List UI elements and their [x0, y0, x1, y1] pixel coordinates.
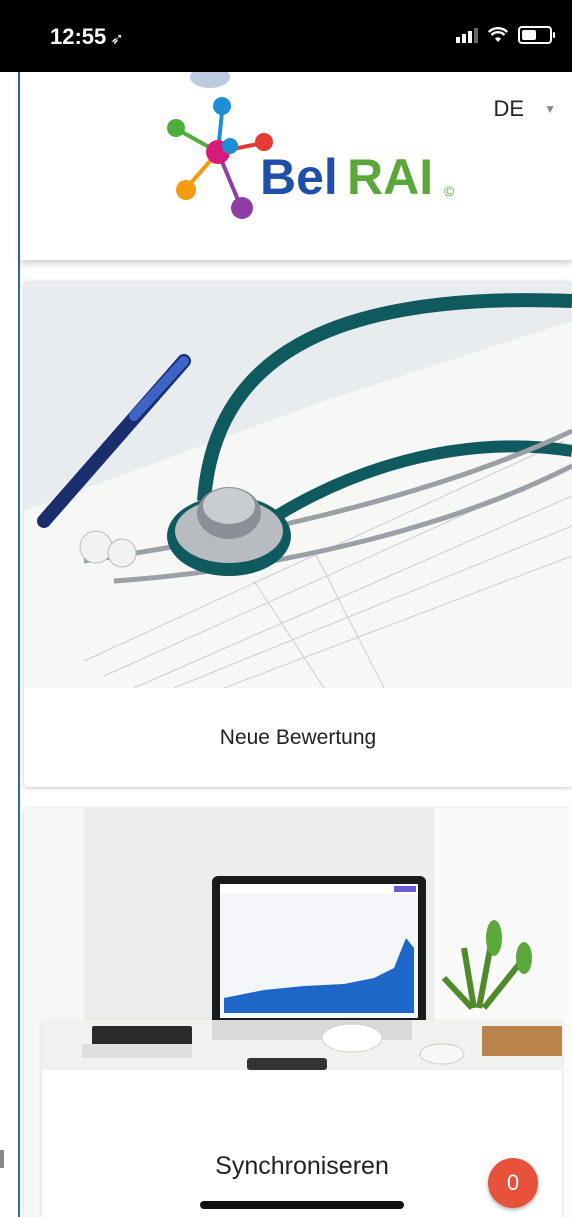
sync-count-badge[interactable]: 0 — [488, 1158, 538, 1208]
stethoscope-photo — [24, 281, 572, 688]
brand-bel: Bel — [260, 149, 338, 205]
header-ghost-shape — [190, 72, 230, 88]
status-icons — [456, 26, 555, 44]
battery-icon — [518, 26, 555, 44]
chevron-down-icon: ▼ — [544, 102, 556, 116]
status-bar: 12:55 ➶ — [0, 0, 572, 72]
belrai-logo: Bel RAI © — [167, 97, 455, 219]
wifi-icon — [488, 27, 508, 42]
new-assessment-card[interactable]: Neue Bewertung — [24, 281, 572, 787]
brand-rai: RAI — [347, 149, 433, 205]
edge-marker — [0, 1150, 4, 1168]
status-time: 12:55 ➶ — [50, 24, 124, 50]
signal-icon — [456, 27, 478, 43]
location-icon: ➶ — [110, 31, 124, 48]
language-selector[interactable]: DE ▼ — [494, 96, 556, 122]
app-header: Bel RAI © DE ▼ — [20, 72, 572, 260]
language-label: DE — [493, 96, 525, 121]
home-indicator[interactable] — [200, 1201, 404, 1209]
synchronize-card[interactable]: Synchroniseren — [42, 1020, 562, 1217]
desk-photo — [42, 1020, 562, 1115]
new-assessment-label: Neue Bewertung — [219, 725, 377, 749]
brand-mark: © — [444, 183, 455, 199]
time-text: 12:55 — [50, 24, 107, 49]
